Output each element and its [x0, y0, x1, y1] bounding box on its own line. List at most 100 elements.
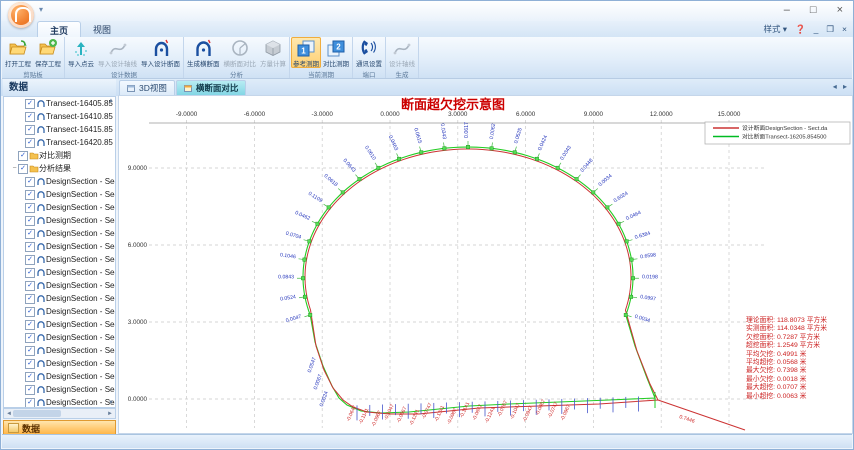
- tree-checkbox[interactable]: ✓: [18, 151, 28, 161]
- tree-item-design[interactable]: ✓DesignSection - Sect: [4, 279, 115, 292]
- scroll-left-icon[interactable]: ◄: [6, 411, 12, 417]
- tree-checkbox[interactable]: ✓: [25, 281, 35, 291]
- tree-checkbox[interactable]: ✓: [18, 164, 28, 174]
- measured-point-marker: [303, 258, 306, 261]
- tree-checkbox[interactable]: ✓: [25, 112, 35, 122]
- tree-item-design[interactable]: ✓DesignSection - Sect: [4, 305, 115, 318]
- mdi-minimize-button[interactable]: _: [814, 24, 819, 34]
- tree-checkbox[interactable]: ✓: [25, 99, 35, 109]
- perimeter-offset-label: 0.0618: [323, 173, 339, 188]
- design-axis-button[interactable]: 导入设计轴线: [96, 37, 139, 68]
- tunnel-section-import-icon: [151, 38, 171, 58]
- ribbon-group-3: 生成横断面横断面对比方量计算分析: [184, 37, 290, 78]
- tree-checkbox[interactable]: ✓: [25, 320, 35, 330]
- perimeter-offset-label: 0.0704: [285, 231, 302, 241]
- view-tab-3d-view[interactable]: 3D视图: [119, 80, 175, 96]
- tree-checkbox[interactable]: ✓: [25, 125, 35, 135]
- tree-item-folder[interactable]: −✓分析结果: [4, 162, 115, 175]
- scroll-right-icon[interactable]: ►: [107, 411, 113, 417]
- tree-item-design[interactable]: ✓DesignSection - Sect: [4, 240, 115, 253]
- tree-scroll-up-icon[interactable]: ▲: [108, 98, 114, 104]
- tree-item-design[interactable]: ✓ DesignSection - Sect: [4, 357, 115, 370]
- tree-item-design[interactable]: ✓DesignSection - Sect: [4, 318, 115, 331]
- lower-left-offset-label: 0.0024: [319, 391, 330, 408]
- plot-canvas[interactable]: -9.0000-6.0000-3.00000.00003.00006.00009…: [119, 96, 852, 433]
- tree-item-label: DesignSection - Sect: [46, 359, 115, 368]
- tree-scroll-down-icon[interactable]: ▼: [108, 400, 114, 406]
- tree-checkbox[interactable]: ✓: [25, 229, 35, 239]
- tree-item-design[interactable]: ✓DesignSection - Sect: [4, 214, 115, 227]
- app-logo[interactable]: [8, 2, 34, 28]
- tree-checkbox[interactable]: ✓: [25, 138, 35, 148]
- tree-item-transect[interactable]: ✓Transect-16420.85: [4, 136, 115, 149]
- tree-item-design[interactable]: ✓DesignSection - Sect: [4, 227, 115, 240]
- section-icon: [36, 99, 46, 108]
- save-project-button[interactable]: 保存工程: [33, 37, 63, 68]
- design-axis-button[interactable]: 设计轴线: [387, 37, 417, 68]
- tree-item-design[interactable]: ✓ DesignSection - Sect: [4, 331, 115, 344]
- quick-access-arrow-icon[interactable]: ▾: [39, 5, 43, 14]
- tree-item-transect[interactable]: ✓Transect-16405.85: [4, 97, 115, 110]
- tab-scroll-arrows[interactable]: ◂ ▸: [833, 82, 849, 91]
- tunnel-section-import-button[interactable]: 导入设计断面: [139, 37, 182, 68]
- tree-checkbox[interactable]: ✓: [25, 359, 35, 369]
- minimize-button[interactable]: –: [784, 4, 790, 16]
- tree-item-design[interactable]: ✓DesignSection - Sect: [4, 253, 115, 266]
- tree-checkbox[interactable]: ✓: [25, 177, 35, 187]
- tree-checkbox[interactable]: ✓: [25, 268, 35, 278]
- stat-line: 最大超挖: 0.0707 米: [746, 384, 850, 392]
- window-1-icon: 1: [296, 38, 316, 58]
- cube-button[interactable]: 方量计算: [258, 37, 288, 68]
- tree-item-design[interactable]: ✓DesignSection - Sect: [4, 292, 115, 305]
- ribbon-tab-1[interactable]: 主页: [37, 21, 81, 37]
- ribbon-tab-2[interactable]: 视图: [81, 21, 123, 37]
- mdi-restore-button[interactable]: ❐: [826, 24, 834, 35]
- tree-item-design[interactable]: ✓DesignSection - Sect: [4, 396, 115, 408]
- tree-checkbox[interactable]: ✓: [25, 190, 35, 200]
- view-tab-section-compare[interactable]: 横断面对比: [176, 80, 247, 96]
- window-controls: – □ ×: [784, 4, 843, 16]
- tree-checkbox[interactable]: ✓: [25, 255, 35, 265]
- help-icon[interactable]: ❓: [795, 24, 806, 35]
- tree-checkbox[interactable]: ✓: [25, 372, 35, 382]
- compare-circle-button[interactable]: 横断面对比: [222, 37, 259, 68]
- tree-item-design[interactable]: ✓DesignSection - Sect: [4, 266, 115, 279]
- phone-button[interactable]: 通讯设置: [354, 37, 384, 68]
- tree-checkbox[interactable]: ✓: [25, 385, 35, 395]
- tree-item-folder[interactable]: ✓对比测期: [4, 149, 115, 162]
- tree-checkbox[interactable]: ✓: [25, 307, 35, 317]
- scrollbar-thumb[interactable]: [13, 410, 61, 417]
- tree-item-transect[interactable]: ✓Transect-16415.85: [4, 123, 115, 136]
- import-point-cloud-button[interactable]: 导入点云: [66, 37, 96, 68]
- open-project-button[interactable]: 打开工程: [3, 37, 33, 68]
- tree-item-design[interactable]: ✓DesignSection - Sect: [4, 370, 115, 383]
- tree-horizontal-scrollbar[interactable]: ◄ ►: [3, 408, 116, 419]
- close-button[interactable]: ×: [837, 4, 843, 16]
- tunnel-section-button[interactable]: 生成横断面: [185, 37, 222, 68]
- tree-item-label: DesignSection - Sect: [46, 333, 115, 342]
- stat-line: 最小欠挖: 0.0018 米: [746, 376, 850, 384]
- maximize-button[interactable]: □: [810, 4, 817, 16]
- window-2-button[interactable]: 2对比测期: [321, 37, 351, 68]
- window-1-button[interactable]: 1参考测期: [291, 37, 321, 68]
- tree-checkbox[interactable]: ✓: [25, 216, 35, 226]
- tree-item-design[interactable]: ✓DesignSection - Sect: [4, 201, 115, 214]
- perimeter-offset-label: 0.0997: [640, 294, 657, 302]
- tree-item-design[interactable]: ✓DesignSection - Sect: [4, 175, 115, 188]
- tree-expander-icon[interactable]: −: [11, 165, 18, 172]
- tree-item-transect[interactable]: ✓Transect-16410.85: [4, 110, 115, 123]
- perimeter-offset-label: 0.0463: [387, 135, 399, 152]
- tree-checkbox[interactable]: ✓: [25, 333, 35, 343]
- style-dropdown[interactable]: 样式 ▾: [763, 23, 787, 35]
- measured-point-marker: [513, 151, 516, 154]
- titlebar: ▾ – □ ×: [1, 1, 853, 21]
- tree-checkbox[interactable]: ✓: [25, 203, 35, 213]
- tree-checkbox[interactable]: ✓: [25, 398, 35, 408]
- tree-checkbox[interactable]: ✓: [25, 242, 35, 252]
- tree-checkbox[interactable]: ✓: [25, 294, 35, 304]
- tree-item-design[interactable]: ✓DesignSection - Sect: [4, 344, 115, 357]
- tree-item-design[interactable]: ✓DesignSection - Sect: [4, 188, 115, 201]
- tree-checkbox[interactable]: ✓: [25, 346, 35, 356]
- mdi-close-button[interactable]: ×: [842, 24, 847, 34]
- tree-item-design[interactable]: ✓DesignSection - Sect: [4, 383, 115, 396]
